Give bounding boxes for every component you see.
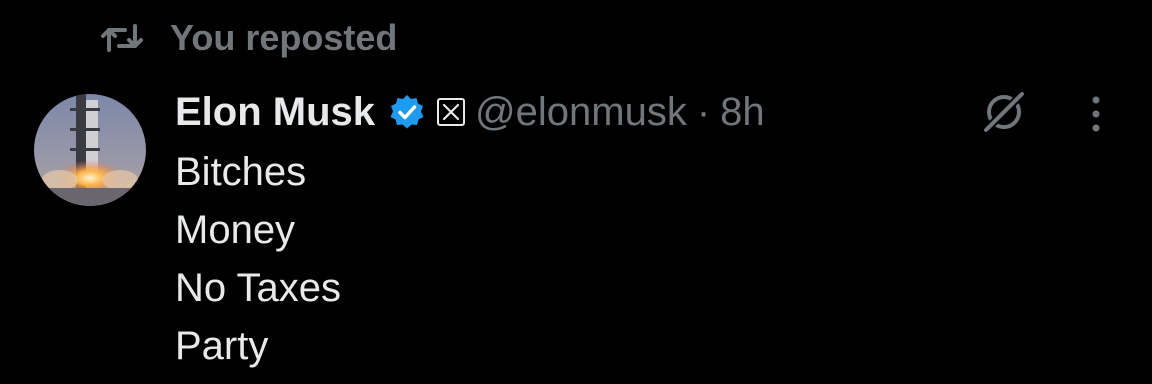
tweet-line: Party — [175, 324, 269, 368]
tweet-header: Elon Musk @elonmusk · 8h — [175, 84, 765, 140]
tweet-text: Bitches Money No Taxes Party — [175, 143, 341, 375]
avatar-image — [34, 94, 146, 206]
tweet-line: Bitches — [175, 150, 307, 194]
user-handle[interactable]: @elonmusk — [475, 90, 687, 135]
grok-icon[interactable] — [980, 88, 1028, 136]
repost-label: You reposted — [170, 17, 398, 58]
repost-icon — [101, 24, 143, 52]
timestamp[interactable]: 8h — [720, 90, 765, 135]
display-name[interactable]: Elon Musk — [175, 90, 375, 135]
tweet-line: Money — [175, 208, 296, 252]
x-logo-icon[interactable] — [437, 98, 466, 126]
separator-dot: · — [696, 89, 711, 134]
repost-indicator[interactable]: You reposted — [100, 14, 397, 62]
more-icon[interactable] — [1084, 94, 1108, 134]
x-glyph-icon — [442, 103, 460, 121]
avatar[interactable] — [34, 94, 146, 206]
tweet-line: No Taxes — [175, 266, 342, 310]
verified-badge-icon[interactable] — [389, 94, 425, 130]
